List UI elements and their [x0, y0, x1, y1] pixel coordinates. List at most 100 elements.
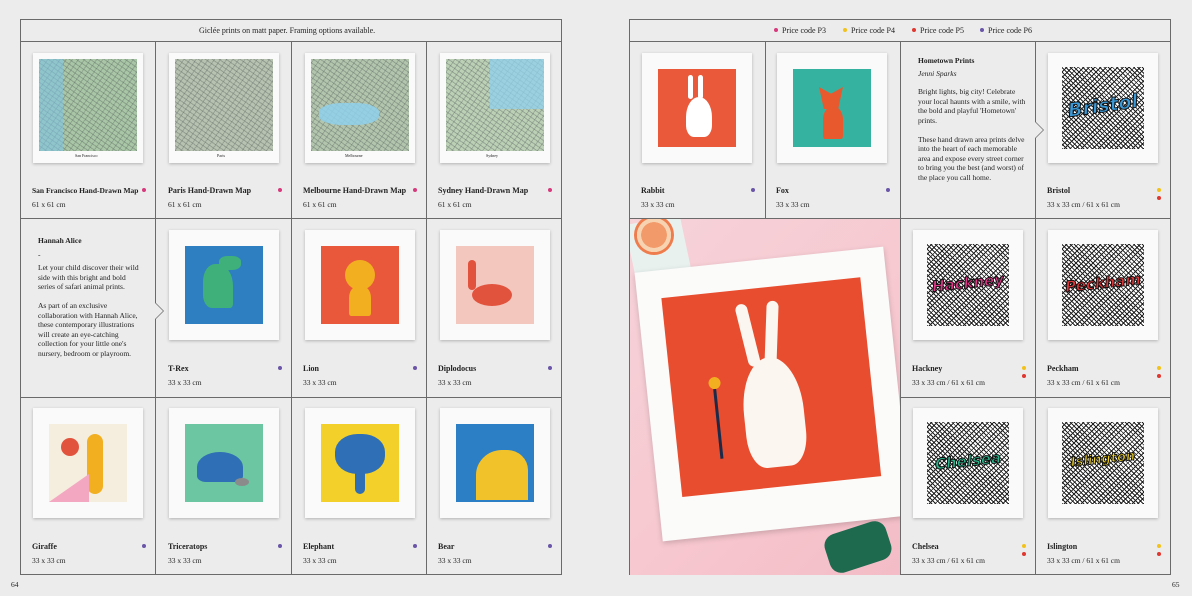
product-size: 33 x 33 cm [32, 556, 66, 565]
product-title: Fox [776, 186, 789, 195]
print-frame[interactable]: Peckham [1048, 230, 1158, 340]
print-frame[interactable] [169, 230, 279, 340]
hometown-intro: Bright lights, big city! Celebrate your … [918, 87, 1026, 125]
product-title: Elephant [303, 542, 335, 551]
product-size: 61 x 61 cm [168, 200, 202, 209]
islington-artwork: Islington [1062, 422, 1144, 504]
legend-p5: Price code P5 [912, 20, 964, 41]
price-dot-p3 [142, 188, 146, 192]
map-caption: San Francisco [75, 153, 98, 158]
price-dot-p6 [548, 366, 552, 370]
product-title: Islington [1047, 542, 1078, 551]
fox-artwork [793, 69, 871, 147]
product-title: Peckham [1047, 364, 1079, 373]
legend-label: Price code P3 [782, 26, 826, 35]
print-frame[interactable]: Hackney [913, 230, 1023, 340]
print-frame[interactable] [169, 408, 279, 518]
paper-note: Giclée prints on matt paper. Framing opt… [199, 26, 376, 35]
page-number-right: 65 [1172, 580, 1180, 589]
water-area [319, 103, 379, 125]
price-dot-p3 [278, 188, 282, 192]
legend-p4: Price code P4 [843, 20, 895, 41]
print-frame[interactable] [777, 53, 887, 163]
product-title: T-Rex [168, 364, 189, 373]
price-dot-p4 [1157, 544, 1161, 548]
collection-description: Hannah Alice - Let your child discover t… [38, 236, 143, 368]
price-dot-p4 [1022, 544, 1026, 548]
legend-p6: Price code P6 [980, 20, 1032, 41]
collection-heading: Hannah Alice [38, 236, 82, 245]
price-dot-p5 [1022, 552, 1026, 556]
price-dot-p6 [278, 366, 282, 370]
print-frame[interactable]: Bristol [1048, 53, 1158, 163]
hometown-details: These hand drawn area prints delve into … [918, 134, 1025, 182]
legend-label: Price code P5 [920, 26, 964, 35]
print-frame[interactable] [305, 408, 415, 518]
page-number-left: 64 [11, 580, 19, 589]
map-frame[interactable]: Sydney [440, 53, 550, 163]
lion-artwork [321, 246, 399, 324]
price-dot-p3 [548, 188, 552, 192]
town-wordmark: Chelsea [934, 448, 1003, 474]
price-dot-p3 [413, 188, 417, 192]
product-size: 61 x 61 cm [32, 200, 66, 209]
product-size: 33 x 33 cm [641, 200, 675, 209]
right-catalog-page: Price code P3 Price code P4 Price code P… [629, 19, 1171, 575]
map-caption: Paris [217, 153, 225, 158]
print-frame[interactable] [305, 230, 415, 340]
price-dot-p6 [278, 544, 282, 548]
rabbit-artwork [658, 69, 736, 147]
elephant-artwork [321, 424, 399, 502]
hometown-author: Jenni Sparks [918, 68, 957, 78]
price-dot-p4 [1022, 366, 1026, 370]
product-size: 33 x 33 cm / 61 x 61 cm [1047, 556, 1120, 565]
product-title: Giraffe [32, 542, 57, 551]
price-dot-p6 [751, 188, 755, 192]
product-size: 33 x 33 cm / 61 x 61 cm [1047, 200, 1120, 209]
price-dot-p5 [1157, 196, 1161, 200]
legend-dot [843, 28, 847, 33]
giraffe-artwork [49, 424, 127, 502]
product-title: Hackney [912, 364, 943, 373]
map-frame[interactable]: San Francisco [33, 53, 143, 163]
print-sheet [634, 246, 900, 542]
legend-dot [912, 28, 916, 33]
product-size: 33 x 33 cm [776, 200, 810, 209]
town-wordmark: Peckham [1064, 270, 1143, 297]
triceratops-artwork [185, 424, 263, 502]
price-dot-p5 [1157, 552, 1161, 556]
bear-artwork [456, 424, 534, 502]
collection-details: As part of an exclusive collaboration wi… [38, 300, 138, 358]
bristol-artwork: Bristol [1062, 67, 1144, 149]
print-frame[interactable]: Islington [1048, 408, 1158, 518]
print-frame[interactable] [33, 408, 143, 518]
product-title: San Francisco Hand-Drawn Map [32, 186, 139, 195]
map-artwork [175, 59, 273, 151]
product-size: 33 x 33 cm / 61 x 61 cm [1047, 378, 1120, 387]
print-frame[interactable]: Chelsea [913, 408, 1023, 518]
hackney-artwork: Hackney [927, 244, 1009, 326]
price-dot-p5 [1157, 374, 1161, 378]
print-frame[interactable] [440, 230, 550, 340]
product-title: Bear [438, 542, 455, 551]
map-frame[interactable]: Melbourne [305, 53, 415, 163]
divider [426, 41, 427, 574]
print-frame[interactable] [440, 408, 550, 518]
dash: - [38, 249, 41, 259]
legend-label: Price code P6 [988, 26, 1032, 35]
town-wordmark: Bristol [1066, 90, 1140, 123]
hometown-heading: Hometown Prints [918, 56, 975, 65]
print-frame[interactable] [642, 53, 752, 163]
price-dot-p6 [886, 188, 890, 192]
product-title: Sydney Hand-Drawn Map [438, 186, 529, 195]
rabbit-print-large [661, 277, 882, 498]
legend-dot [774, 28, 778, 33]
map-frame[interactable]: Paris [169, 53, 279, 163]
product-size: 33 x 33 cm / 61 x 61 cm [912, 556, 985, 565]
product-title: Rabbit [641, 186, 665, 195]
product-size: 61 x 61 cm [438, 200, 472, 209]
price-dot-p6 [413, 366, 417, 370]
product-size: 33 x 33 cm [303, 378, 337, 387]
product-title: Paris Hand-Drawn Map [168, 186, 252, 195]
water-area [490, 59, 544, 109]
